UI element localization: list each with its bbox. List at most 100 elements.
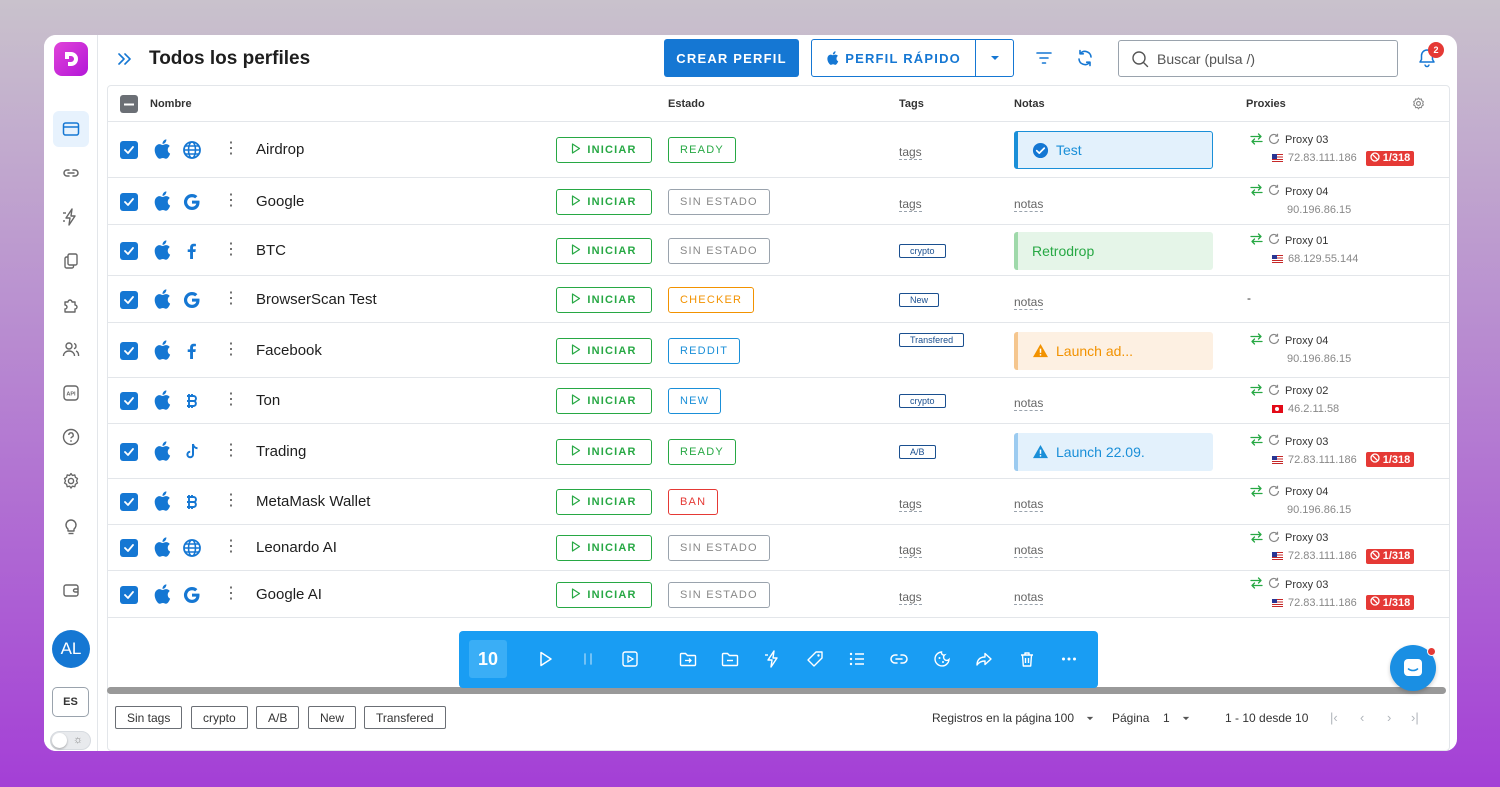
table-row[interactable]: ⋮ Google INICIAR SIN ESTADO tags notas Proxy …: [108, 178, 1449, 225]
remove-folder-icon[interactable]: [720, 649, 740, 669]
row-checkbox[interactable]: [120, 341, 138, 360]
start-profile-button[interactable]: INICIAR: [556, 438, 652, 465]
filter-tag-chip[interactable]: Sin tags: [115, 706, 183, 729]
row-menu-icon[interactable]: ⋮: [223, 392, 239, 408]
tags-placeholder[interactable]: tags: [899, 590, 922, 605]
row-menu-icon[interactable]: ⋮: [223, 341, 239, 358]
profile-name[interactable]: Google AI: [256, 586, 322, 603]
table-row[interactable]: ⋮ Trading INICIAR READY A/B Launch 22.09. Pro…: [108, 424, 1449, 479]
play-icon[interactable]: [535, 649, 555, 669]
tag-chip[interactable]: New: [899, 292, 940, 307]
table-row[interactable]: ⋮ Google AI INICIAR SIN ESTADO tags notas Pro…: [108, 571, 1449, 618]
row-menu-icon[interactable]: ⋮: [223, 539, 239, 555]
row-menu-icon[interactable]: ⋮: [223, 141, 239, 157]
move-folder-icon[interactable]: [678, 649, 698, 669]
sidebar-item-wallet[interactable]: [53, 572, 89, 608]
select-all-checkbox[interactable]: [120, 95, 138, 113]
swap-icon[interactable]: [1250, 333, 1263, 348]
row-checkbox[interactable]: [120, 442, 138, 461]
swap-icon[interactable]: [1250, 577, 1263, 592]
row-checkbox[interactable]: [120, 241, 138, 260]
pause-icon[interactable]: [578, 649, 598, 669]
proxy-cell[interactable]: Proxy 04 90.196.86.15: [1250, 484, 1351, 517]
column-settings-icon[interactable]: [1411, 96, 1426, 111]
table-row[interactable]: ⋮ BTC INICIAR SIN ESTADO crypto Retrodrop Pro…: [108, 225, 1449, 276]
sidebar-item-links[interactable]: [53, 155, 89, 191]
col-header-name[interactable]: Nombre: [150, 98, 192, 110]
col-header-proxies[interactable]: Proxies: [1246, 98, 1286, 110]
profile-name[interactable]: Trading: [256, 443, 306, 460]
refresh-proxy-icon[interactable]: [1268, 577, 1280, 592]
note-card[interactable]: Launch 22.09.: [1014, 432, 1213, 471]
status-badge[interactable]: SIN ESTADO: [668, 581, 770, 608]
status-badge[interactable]: SIN ESTADO: [668, 237, 770, 264]
create-profile-button[interactable]: CREAR PERFIL: [664, 39, 799, 77]
user-avatar[interactable]: AL: [52, 630, 90, 668]
horizontal-scrollbar[interactable]: [107, 687, 1446, 694]
start-profile-button[interactable]: INICIAR: [556, 137, 652, 163]
proxy-cell[interactable]: Proxy 01 68.129.55.144: [1250, 233, 1358, 266]
tag-chip[interactable]: A/B: [899, 444, 936, 459]
table-row[interactable]: ⋮ Ton INICIAR NEW crypto notas Proxy 02 46.2.…: [108, 378, 1449, 424]
table-row[interactable]: ⋮ Facebook INICIAR REDDIT Transfered Launch a…: [108, 323, 1449, 378]
theme-toggle[interactable]: ☼: [50, 731, 91, 750]
app-logo[interactable]: [54, 42, 88, 76]
swap-icon[interactable]: [1250, 484, 1263, 500]
sidebar-item-api[interactable]: API: [53, 375, 89, 411]
sidebar-item-settings[interactable]: [53, 463, 89, 499]
row-checkbox[interactable]: [120, 585, 138, 604]
table-row[interactable]: ⋮ BrowserScan Test INICIAR CHECKER New notas -: [108, 276, 1449, 323]
status-badge[interactable]: NEW: [668, 388, 722, 414]
refresh-proxy-icon[interactable]: [1268, 184, 1280, 199]
notes-placeholder[interactable]: notas: [1014, 543, 1044, 558]
sidebar-item-extensions[interactable]: [53, 287, 89, 323]
tags-placeholder[interactable]: tags: [899, 197, 922, 212]
status-badge[interactable]: SIN ESTADO: [668, 535, 770, 561]
row-checkbox[interactable]: [120, 192, 138, 211]
search-input[interactable]: [1157, 50, 1377, 67]
page-select[interactable]: 1: [1163, 711, 1190, 725]
col-header-status[interactable]: Estado: [668, 98, 705, 110]
swap-icon[interactable]: [1250, 383, 1263, 399]
quick-profile-dropdown[interactable]: [975, 40, 1013, 76]
start-profile-button[interactable]: INICIAR: [556, 337, 652, 364]
proxy-cell[interactable]: Proxy 02 46.2.11.58: [1250, 383, 1339, 416]
profile-name[interactable]: Leonardo AI: [256, 539, 337, 556]
swap-icon[interactable]: [1250, 132, 1263, 148]
quick-profile-button[interactable]: PERFIL RÁPIDO: [812, 40, 975, 76]
start-profile-button[interactable]: INICIAR: [556, 237, 652, 264]
col-header-notes[interactable]: Notas: [1014, 98, 1045, 110]
tag-icon[interactable]: [805, 649, 825, 669]
row-checkbox[interactable]: [120, 493, 138, 511]
status-badge[interactable]: CHECKER: [668, 286, 755, 313]
profile-name[interactable]: Google: [256, 193, 304, 210]
refresh-proxy-icon[interactable]: [1268, 434, 1280, 449]
status-badge[interactable]: SIN ESTADO: [668, 188, 770, 215]
row-menu-icon[interactable]: ⋮: [223, 241, 239, 258]
filter-tag-chip[interactable]: A/B: [256, 706, 300, 729]
profile-name[interactable]: Airdrop: [256, 141, 304, 158]
proxy-cell[interactable]: Proxy 04 90.196.86.15: [1250, 333, 1351, 366]
start-profile-button[interactable]: INICIAR: [556, 388, 652, 414]
start-profile-button[interactable]: INICIAR: [556, 581, 652, 608]
automation-icon[interactable]: [763, 649, 783, 669]
screen-icon[interactable]: [620, 649, 640, 669]
cookie-icon[interactable]: [932, 649, 952, 669]
refresh-icon[interactable]: [1075, 48, 1095, 68]
row-menu-icon[interactable]: ⋮: [223, 290, 239, 307]
swap-icon[interactable]: [1250, 233, 1263, 248]
tag-chip[interactable]: crypto: [899, 243, 946, 258]
next-page-icon[interactable]: ›: [1387, 710, 1391, 725]
more-icon[interactable]: [1059, 649, 1079, 669]
swap-icon[interactable]: [1250, 434, 1263, 449]
swap-icon[interactable]: [1250, 184, 1263, 199]
start-profile-button[interactable]: INICIAR: [556, 535, 652, 561]
prev-page-icon[interactable]: ‹: [1360, 710, 1364, 725]
proxy-cell[interactable]: Proxy 04 90.196.86.15: [1250, 184, 1351, 217]
row-checkbox[interactable]: [120, 290, 138, 309]
sidebar-item-help[interactable]: [53, 419, 89, 455]
status-badge[interactable]: READY: [668, 438, 736, 465]
sidebar-item-copy[interactable]: [53, 243, 89, 279]
list-icon[interactable]: [847, 649, 867, 669]
language-selector[interactable]: ES: [52, 687, 89, 717]
